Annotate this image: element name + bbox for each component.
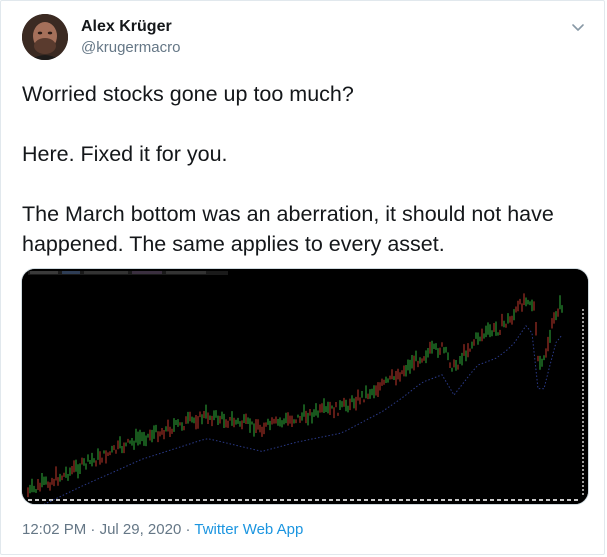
author-handle[interactable]: @krugermacro [81,39,180,56]
chevron-down-icon[interactable] [569,19,587,37]
source-app-link[interactable]: Twitter Web App [194,521,303,538]
tweet-media-chart[interactable] [21,268,589,505]
tweet-card: Alex Krüger @krugermacro Worried stocks … [0,0,605,555]
meta-separator: · [86,521,100,538]
tweet-time[interactable]: 12:02 PM [22,521,86,538]
stock-price-chart [22,269,588,504]
tweet-meta: 12:02 PM · Jul 29, 2020 · Twitter Web Ap… [22,521,303,538]
tweet-date[interactable]: Jul 29, 2020 [100,521,182,538]
meta-separator: · [181,521,195,538]
tweet-text: Worried stocks gone up too much? Here. F… [22,79,592,289]
tweet-paragraph: The March bottom was an aberration, it s… [22,202,554,256]
avatar[interactable] [22,14,68,60]
tweet-paragraph: Here. Fixed it for you. [22,142,228,166]
author-display-name[interactable]: Alex Krüger [81,18,172,36]
tweet-paragraph: Worried stocks gone up too much? [22,82,354,106]
